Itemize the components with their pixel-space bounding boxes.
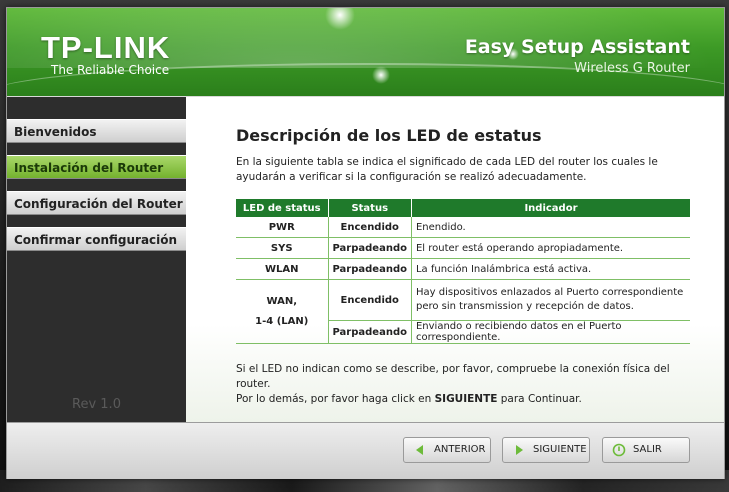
indicator-cell: Hay dispositivos enlazados al Puerto cor… — [411, 279, 690, 321]
led-cell: PWR — [236, 217, 329, 238]
footer-line-2-keyword: SIGUIENTE — [434, 393, 498, 405]
footer-line-2-suffix: para Continuar. — [497, 393, 582, 405]
header-glow — [372, 66, 390, 84]
footer-instructions: Si el LED no indican como se describe, p… — [236, 362, 706, 407]
bottom-button-bar: ANTERIOR SIGUIENTE SALIR — [7, 422, 724, 479]
status-cell: Parpadeando — [328, 320, 412, 344]
led-cell: WLAN — [236, 258, 329, 280]
sidebar-item-configuracion[interactable]: Configuración del Router — [7, 191, 186, 215]
back-button[interactable]: ANTERIOR — [403, 437, 491, 463]
column-header-indicator: Indicador — [411, 199, 690, 217]
status-cell: Encendido — [328, 279, 412, 321]
exit-button-label: SALIR — [633, 444, 662, 455]
sidebar-item-confirmar[interactable]: Confirmar configuración — [7, 227, 186, 251]
table-row: WLAN Parpadeando La función Inalámbrica … — [236, 258, 690, 280]
sidebar-item-instalacion[interactable]: Instalación del Router — [7, 155, 186, 179]
header-glow — [325, 8, 355, 30]
led-status-table: LED de status Status Indicador PWR Encen… — [236, 199, 690, 344]
exit-button[interactable]: SALIR — [602, 437, 690, 463]
sidebar: Bienvenidos Instalación del Router Confi… — [7, 97, 186, 422]
setup-assistant-window: TP-LINK The Reliable Choice Easy Setup A… — [6, 7, 725, 479]
next-button[interactable]: SIGUIENTE — [502, 437, 590, 463]
table-row: SYS Parpadeando El router está operando … — [236, 237, 690, 259]
led-cell: SYS — [236, 237, 329, 259]
table-row: PWR Encendido Enendido. — [236, 217, 690, 238]
sidebar-item-bienvenidos[interactable]: Bienvenidos — [7, 119, 186, 143]
footer-line-1: Si el LED no indican como se describe, p… — [236, 363, 670, 390]
brand-logo: TP-LINK — [41, 30, 171, 65]
indicator-cell: El router está operando apropiadamente. — [411, 237, 690, 259]
table-header-row: LED de status Status Indicador — [236, 199, 690, 217]
app-subtitle: Wireless G Router — [574, 61, 690, 76]
status-cell: Encendido — [328, 217, 412, 238]
indicator-cell: Enviando o recibiendo datos en el Puerto… — [411, 320, 690, 344]
power-icon — [612, 443, 626, 457]
header-banner: TP-LINK The Reliable Choice Easy Setup A… — [7, 8, 724, 96]
version-label: Rev 1.0 — [72, 397, 121, 412]
page-title: Descripción de los LED de estatus — [236, 126, 542, 145]
arrow-right-icon — [516, 445, 523, 455]
indicator-cell: Enendido. — [411, 217, 690, 238]
app-title: Easy Setup Assistant — [464, 36, 690, 58]
status-cell: Parpadeando — [328, 237, 412, 259]
indicator-cell: La función Inalámbrica está activa. — [411, 258, 690, 280]
column-header-status: Status — [328, 199, 412, 217]
led-cell: WAN, 1-4 (LAN) — [236, 279, 329, 344]
brand-tagline: The Reliable Choice — [51, 63, 170, 77]
status-cell: Parpadeando — [328, 258, 412, 280]
back-button-label: ANTERIOR — [434, 444, 486, 455]
table-row: WAN, 1-4 (LAN) Encendido Hay dispositivo… — [236, 279, 690, 344]
next-button-label: SIGUIENTE — [533, 444, 587, 455]
main-content: Descripción de los LED de estatus En la … — [186, 97, 724, 422]
column-header-led: LED de status — [236, 199, 329, 217]
intro-text: En la siguiente tabla se indica el signi… — [236, 156, 658, 183]
arrow-left-icon — [416, 445, 423, 455]
footer-line-2-prefix: Por lo demás, por favor haga click en — [236, 393, 435, 405]
